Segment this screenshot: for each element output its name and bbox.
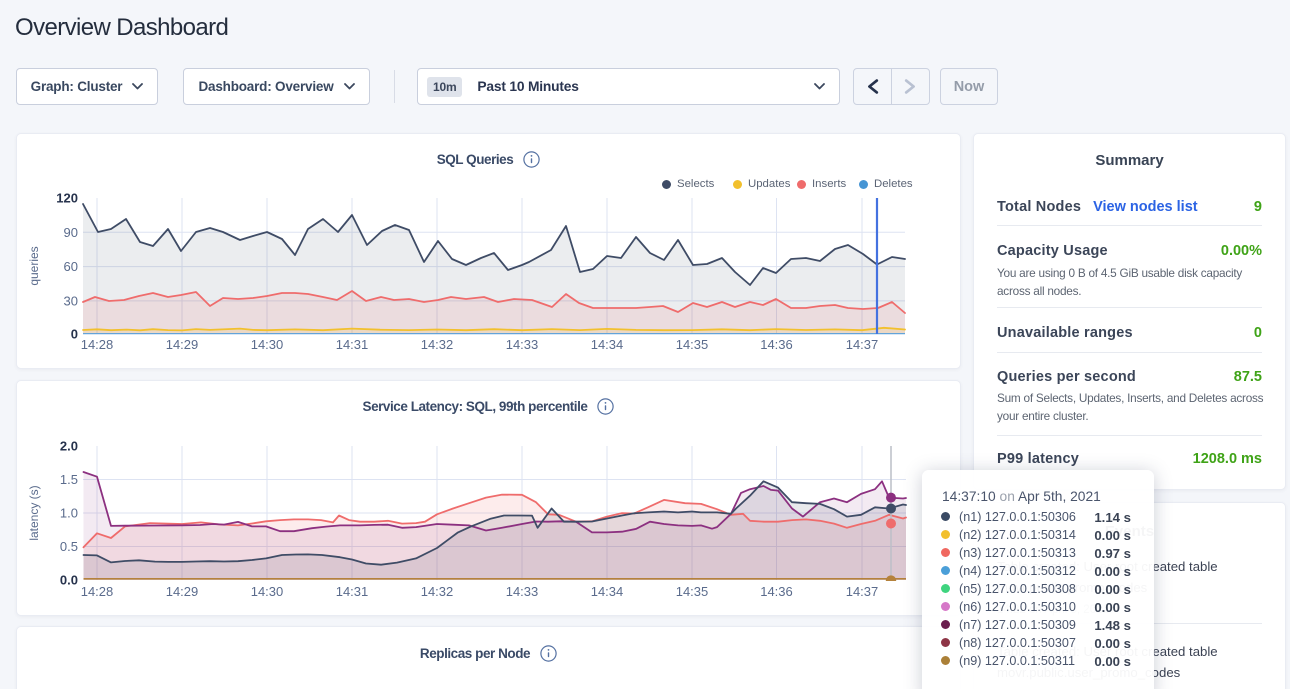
svg-text:60: 60 [64, 259, 78, 274]
svg-text:14:29: 14:29 [166, 584, 199, 599]
svg-text:14:28: 14:28 [81, 584, 114, 599]
svg-text:14:33: 14:33 [506, 337, 539, 352]
svg-text:queries: queries [27, 246, 41, 285]
svg-text:2.0: 2.0 [60, 439, 78, 454]
svg-text:1.5: 1.5 [60, 472, 78, 487]
svg-text:latency (s): latency (s) [27, 485, 41, 540]
svg-text:14:29: 14:29 [166, 337, 199, 352]
svg-text:14:32: 14:32 [421, 337, 454, 352]
svg-text:14:31: 14:31 [336, 337, 369, 352]
svg-text:14:35: 14:35 [676, 584, 709, 599]
svg-text:90: 90 [64, 225, 78, 240]
svg-text:120: 120 [56, 191, 78, 206]
svg-text:14:31: 14:31 [336, 584, 369, 599]
svg-text:14:28: 14:28 [81, 337, 114, 352]
svg-text:14:34: 14:34 [591, 584, 624, 599]
svg-text:0.5: 0.5 [60, 539, 78, 554]
svg-text:14:36: 14:36 [760, 337, 793, 352]
svg-text:14:30: 14:30 [251, 337, 284, 352]
svg-text:0: 0 [71, 327, 78, 342]
svg-text:14:36: 14:36 [760, 584, 793, 599]
svg-text:30: 30 [64, 293, 78, 308]
svg-text:1.0: 1.0 [60, 506, 78, 521]
svg-text:14:33: 14:33 [506, 584, 539, 599]
svg-text:14:37: 14:37 [846, 337, 879, 352]
svg-text:14:37: 14:37 [846, 584, 879, 599]
svg-text:14:34: 14:34 [591, 337, 624, 352]
svg-text:14:32: 14:32 [421, 584, 454, 599]
svg-text:0.0: 0.0 [60, 573, 78, 588]
svg-text:14:30: 14:30 [251, 584, 284, 599]
svg-text:14:35: 14:35 [676, 337, 709, 352]
